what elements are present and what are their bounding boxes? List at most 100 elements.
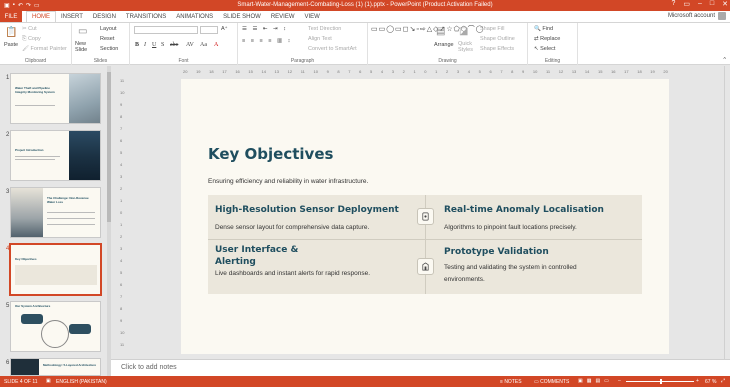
reset-button[interactable]: Reset: [100, 36, 114, 42]
fit-to-window-icon[interactable]: ⤢: [721, 378, 725, 384]
arrange-button[interactable]: Arrange: [434, 42, 454, 48]
ruler-tick: 5: [478, 69, 481, 74]
new-slide-icon[interactable]: ▭: [78, 26, 87, 37]
tab-animations[interactable]: ANIMATIONS: [171, 11, 218, 22]
align-text-button[interactable]: Align Text: [308, 36, 332, 42]
shapes-gallery[interactable]: ▭▭◯▭◻↘▫⇨△◇↗☆⬠⬡⌒◯: [371, 26, 484, 34]
objective-card-prototype[interactable]: Prototype Validation Testing and validat…: [444, 246, 639, 286]
quick-styles-icon[interactable]: ◪: [459, 26, 468, 37]
objective-card-ui[interactable]: User Interface & Alerting: [215, 244, 310, 268]
slide-subtitle[interactable]: Ensuring efficiency and reliability in w…: [208, 178, 368, 185]
comments-button[interactable]: ▭ COMMENTS: [534, 379, 569, 385]
notes-button[interactable]: ≡ NOTES: [500, 379, 522, 385]
collapse-ribbon-icon[interactable]: ^: [723, 57, 726, 63]
change-case-icon[interactable]: Aa: [200, 42, 207, 48]
thumbnail-preview[interactable]: Our System Architecture: [10, 301, 101, 352]
cut-button[interactable]: ✂ Cut: [22, 26, 37, 32]
editor-scrollbar[interactable]: [724, 66, 730, 366]
ruler-tick: 2: [402, 69, 405, 74]
notes-pane[interactable]: Click to add notes: [111, 359, 730, 376]
align-buttons[interactable]: ≡ ≡ ≡ ≡ ▥ ↕: [242, 38, 292, 44]
zoom-slider-thumb[interactable]: [660, 379, 662, 384]
tab-design[interactable]: DESIGN: [88, 11, 121, 22]
objective-card-ui-desc[interactable]: Live dashboards and instant alerts for r…: [215, 268, 415, 280]
section-button[interactable]: Section: [100, 46, 118, 52]
grow-font-icon[interactable]: A⁺: [221, 26, 228, 32]
help-icon[interactable]: ?: [671, 0, 675, 8]
spellcheck-icon[interactable]: ▣: [46, 378, 51, 384]
ruler-tick: 4: [467, 69, 470, 74]
language-indicator[interactable]: ENGLISH (PAKISTAN): [56, 379, 107, 385]
thumbnail-preview[interactable]: Key Objectives: [9, 243, 102, 296]
editing-label: Editing: [544, 58, 561, 64]
zoom-out-icon[interactable]: –: [618, 378, 621, 384]
convert-smartart-button[interactable]: Convert to SmartArt: [308, 46, 357, 52]
select-button[interactable]: ↖ Select: [534, 46, 555, 52]
avatar[interactable]: [718, 12, 726, 20]
quick-styles-button[interactable]: Quick Styles: [458, 41, 474, 53]
font-size-box[interactable]: [200, 26, 218, 34]
account-name[interactable]: Microsoft account: [668, 13, 715, 19]
shape-effects-button[interactable]: Shape Effects: [480, 46, 514, 52]
font-name-box[interactable]: [134, 26, 198, 34]
objective-card-anomaly[interactable]: Real-time Anomaly Localisation Algorithm…: [444, 204, 639, 234]
view-buttons[interactable]: ▣▦▤▭: [578, 378, 613, 384]
notes-placeholder[interactable]: Click to add notes: [121, 364, 177, 371]
format-painter-button[interactable]: 🖌 Format Painter: [22, 46, 67, 52]
zoom-level[interactable]: 67 %: [705, 379, 716, 385]
current-slide[interactable]: Key Objectives Ensuring efficiency and r…: [181, 79, 669, 354]
slide-image: [11, 188, 43, 237]
ruler-tick: 10: [120, 90, 125, 95]
minimize-button[interactable]: –: [698, 0, 702, 8]
thumbnail-preview[interactable]: Methodology: 5-Layered Architecture: [10, 358, 101, 376]
ruler-tick: 6: [359, 69, 362, 74]
copy-button[interactable]: ⎘ Copy: [22, 36, 41, 43]
text-direction-button[interactable]: Text Direction: [308, 26, 341, 32]
slide-title[interactable]: Key Objectives: [208, 145, 333, 163]
tab-file[interactable]: FILE: [0, 11, 22, 22]
font-color-icon[interactable]: A: [214, 42, 218, 48]
underline-icon[interactable]: U: [152, 42, 156, 48]
paste-icon[interactable]: 📋: [5, 27, 17, 38]
tab-view[interactable]: VIEW: [300, 11, 325, 22]
new-slide-button[interactable]: New Slide: [75, 41, 95, 53]
strikethrough-icon[interactable]: abc: [170, 42, 178, 48]
zoom-in-icon[interactable]: +: [696, 378, 699, 384]
ruler-tick: 3: [456, 69, 460, 74]
tab-home[interactable]: HOME: [26, 11, 56, 22]
thumbnail-preview[interactable]: Water Theft and Pipeline Integrity Monit…: [10, 73, 101, 124]
shadow-icon[interactable]: S: [161, 42, 164, 48]
maximize-button[interactable]: □: [710, 0, 714, 8]
slides-label: Slides: [93, 58, 108, 64]
close-button[interactable]: ✕: [722, 0, 728, 8]
list-buttons[interactable]: ☰ ☰ ⇤ ⇥ ↕: [242, 26, 288, 32]
ruler-tick: 1: [120, 222, 123, 227]
paste-button[interactable]: Paste: [4, 42, 18, 48]
tab-insert[interactable]: INSERT: [56, 11, 88, 22]
ribbon-tabs: FILE HOME INSERT DESIGN TRANSITIONS ANIM…: [0, 11, 730, 22]
format-painter-icon: 🖌: [22, 46, 31, 52]
account-area[interactable]: Microsoft account: [668, 12, 726, 20]
bold-icon[interactable]: B: [135, 42, 139, 48]
ruler-tick: 4: [380, 69, 384, 74]
objective-card-sensor[interactable]: High-Resolution Sensor Deployment Dense …: [215, 204, 415, 234]
replace-button[interactable]: ⇄ Replace: [534, 36, 560, 42]
italic-icon[interactable]: I: [144, 42, 146, 48]
shape-fill-button[interactable]: Shape Fill: [480, 26, 504, 32]
find-button[interactable]: 🔍 Find: [534, 26, 553, 32]
thumbnail-preview[interactable]: The Challenge: Non-Revenue Water Loss: [10, 187, 101, 238]
objectives-grid[interactable]: High-Resolution Sensor Deployment Dense …: [208, 195, 642, 294]
ribbon-options-icon[interactable]: ▭: [683, 0, 690, 8]
tab-transitions[interactable]: TRANSITIONS: [121, 11, 171, 22]
char-spacing-icon[interactable]: AV: [186, 42, 194, 48]
tab-review[interactable]: REVIEW: [266, 11, 300, 22]
ruler-tick: 4: [120, 162, 123, 167]
layout-button[interactable]: Layout: [100, 26, 117, 32]
thumbnail-preview[interactable]: Project Introduction: [10, 130, 101, 181]
ruler-tick: 3: [120, 246, 123, 251]
arrange-icon[interactable]: ▤: [436, 26, 445, 37]
shape-outline-button[interactable]: Shape Outline: [480, 36, 515, 42]
ruler-tick: 7: [500, 69, 503, 74]
prototype-icon: [417, 258, 434, 275]
tab-slide-show[interactable]: SLIDE SHOW: [218, 11, 266, 22]
